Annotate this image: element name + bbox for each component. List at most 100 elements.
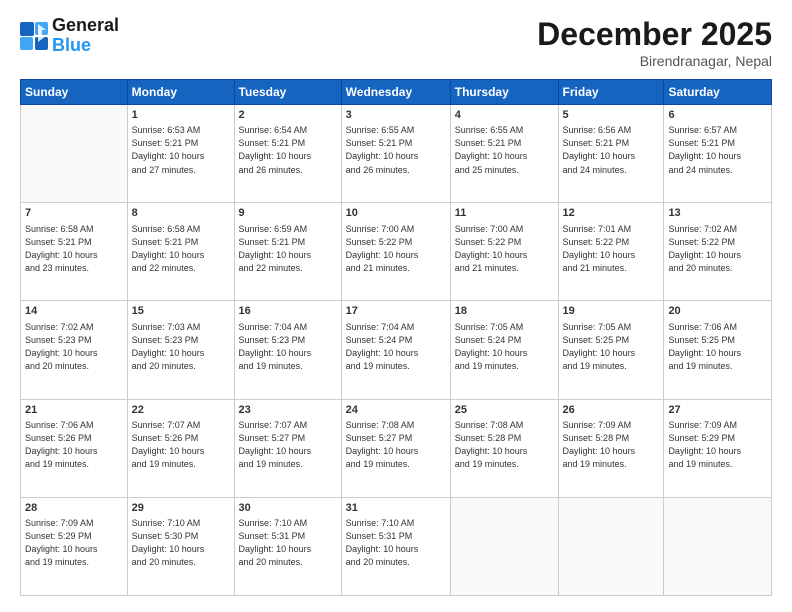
cell-info: Sunrise: 7:08 AM Sunset: 5:28 PM Dayligh…	[455, 419, 554, 471]
cell-day-number: 23	[239, 403, 337, 418]
calendar-cell: 19Sunrise: 7:05 AM Sunset: 5:25 PM Dayli…	[558, 301, 664, 399]
cell-info: Sunrise: 7:10 AM Sunset: 5:30 PM Dayligh…	[132, 517, 230, 569]
main-title: December 2025	[537, 16, 772, 53]
cell-day-number: 22	[132, 403, 230, 418]
calendar-cell: 7 Sunrise: 6:58 AM Sunset: 5:21 PM Daylig…	[21, 203, 128, 301]
calendar-cell: 27Sunrise: 7:09 AM Sunset: 5:29 PM Dayli…	[664, 399, 772, 497]
logo-icon	[20, 22, 48, 50]
cell-info: Sunrise: 6:53 AM Sunset: 5:21 PM Dayligh…	[132, 124, 230, 176]
calendar-cell: 13Sunrise: 7:02 AM Sunset: 5:22 PM Dayli…	[664, 203, 772, 301]
logo-text: General Blue	[52, 16, 119, 56]
calendar-cell: 11 Sunrise: 7:00 AM Sunset: 5:22 PM Dayli…	[450, 203, 558, 301]
cell-info: Sunrise: 7:05 AM Sunset: 5:25 PM Dayligh…	[563, 321, 660, 373]
cell-day-number: 27	[668, 403, 767, 418]
cell-day-number: 12	[563, 206, 660, 221]
cell-day-number: 4	[455, 108, 554, 123]
header-row: SundayMondayTuesdayWednesdayThursdayFrid…	[21, 80, 772, 105]
cell-info: Sunrise: 6:58 AM Sunset: 5:21 PM Dayligh…	[25, 223, 123, 275]
cell-info: Sunrise: 6:55 AM Sunset: 5:21 PM Dayligh…	[346, 124, 446, 176]
cell-day-number: 9	[239, 206, 337, 221]
cell-day-number: 1	[132, 108, 230, 123]
calendar-week-row: 14 Sunrise: 7:02 AM Sunset: 5:23 PM Dayli…	[21, 301, 772, 399]
calendar-cell: 21Sunrise: 7:06 AM Sunset: 5:26 PM Dayli…	[21, 399, 128, 497]
cell-info: Sunrise: 7:06 AM Sunset: 5:25 PM Dayligh…	[668, 321, 767, 373]
cell-day-number: 26	[563, 403, 660, 418]
cell-day-number: 7	[25, 206, 123, 221]
cell-info: Sunrise: 7:09 AM Sunset: 5:28 PM Dayligh…	[563, 419, 660, 471]
cell-day-number: 14	[25, 304, 123, 319]
cell-day-number: 15	[132, 304, 230, 319]
calendar-cell: 9 Sunrise: 6:59 AM Sunset: 5:21 PM Daylig…	[234, 203, 341, 301]
calendar-cell: 23Sunrise: 7:07 AM Sunset: 5:27 PM Dayli…	[234, 399, 341, 497]
cell-day-number: 13	[668, 206, 767, 221]
calendar-cell: 15 Sunrise: 7:03 AM Sunset: 5:23 PM Dayli…	[127, 301, 234, 399]
calendar-cell: 31Sunrise: 7:10 AM Sunset: 5:31 PM Dayli…	[341, 497, 450, 595]
cell-day-number: 6	[668, 108, 767, 123]
header-day: Friday	[558, 80, 664, 105]
calendar-cell: 25Sunrise: 7:08 AM Sunset: 5:28 PM Dayli…	[450, 399, 558, 497]
calendar-cell: 17 Sunrise: 7:04 AM Sunset: 5:24 PM Dayli…	[341, 301, 450, 399]
cell-info: Sunrise: 7:04 AM Sunset: 5:24 PM Dayligh…	[346, 321, 446, 373]
cell-day-number: 30	[239, 501, 337, 516]
calendar-cell: 14 Sunrise: 7:02 AM Sunset: 5:23 PM Dayli…	[21, 301, 128, 399]
cell-info: Sunrise: 6:59 AM Sunset: 5:21 PM Dayligh…	[239, 223, 337, 275]
cell-info: Sunrise: 7:03 AM Sunset: 5:23 PM Dayligh…	[132, 321, 230, 373]
calendar-cell: 26Sunrise: 7:09 AM Sunset: 5:28 PM Dayli…	[558, 399, 664, 497]
calendar-cell	[21, 105, 128, 203]
logo: General Blue	[20, 16, 119, 56]
calendar-cell	[664, 497, 772, 595]
calendar-cell: 6Sunrise: 6:57 AM Sunset: 5:21 PM Daylig…	[664, 105, 772, 203]
cell-info: Sunrise: 7:05 AM Sunset: 5:24 PM Dayligh…	[455, 321, 554, 373]
cell-day-number: 11	[455, 206, 554, 221]
calendar-header: SundayMondayTuesdayWednesdayThursdayFrid…	[21, 80, 772, 105]
calendar-week-row: 1Sunrise: 6:53 AM Sunset: 5:21 PM Daylig…	[21, 105, 772, 203]
cell-info: Sunrise: 7:00 AM Sunset: 5:22 PM Dayligh…	[455, 223, 554, 275]
cell-info: Sunrise: 7:06 AM Sunset: 5:26 PM Dayligh…	[25, 419, 123, 471]
calendar-week-row: 28Sunrise: 7:09 AM Sunset: 5:29 PM Dayli…	[21, 497, 772, 595]
header-day: Wednesday	[341, 80, 450, 105]
cell-info: Sunrise: 7:00 AM Sunset: 5:22 PM Dayligh…	[346, 223, 446, 275]
header-day: Thursday	[450, 80, 558, 105]
calendar: SundayMondayTuesdayWednesdayThursdayFrid…	[20, 79, 772, 596]
cell-info: Sunrise: 6:58 AM Sunset: 5:21 PM Dayligh…	[132, 223, 230, 275]
cell-info: Sunrise: 6:57 AM Sunset: 5:21 PM Dayligh…	[668, 124, 767, 176]
cell-day-number: 5	[563, 108, 660, 123]
calendar-cell: 3Sunrise: 6:55 AM Sunset: 5:21 PM Daylig…	[341, 105, 450, 203]
logo-line1: General	[52, 16, 119, 36]
page: General Blue December 2025 Birendranagar…	[0, 0, 792, 612]
cell-day-number: 21	[25, 403, 123, 418]
cell-info: Sunrise: 7:07 AM Sunset: 5:27 PM Dayligh…	[239, 419, 337, 471]
title-block: December 2025 Birendranagar, Nepal	[537, 16, 772, 69]
cell-day-number: 10	[346, 206, 446, 221]
cell-info: Sunrise: 6:55 AM Sunset: 5:21 PM Dayligh…	[455, 124, 554, 176]
calendar-cell: 2Sunrise: 6:54 AM Sunset: 5:21 PM Daylig…	[234, 105, 341, 203]
calendar-cell: 28Sunrise: 7:09 AM Sunset: 5:29 PM Dayli…	[21, 497, 128, 595]
calendar-cell: 30Sunrise: 7:10 AM Sunset: 5:31 PM Dayli…	[234, 497, 341, 595]
cell-day-number: 31	[346, 501, 446, 516]
cell-info: Sunrise: 7:07 AM Sunset: 5:26 PM Dayligh…	[132, 419, 230, 471]
cell-info: Sunrise: 7:02 AM Sunset: 5:23 PM Dayligh…	[25, 321, 123, 373]
header-day: Saturday	[664, 80, 772, 105]
cell-info: Sunrise: 6:54 AM Sunset: 5:21 PM Dayligh…	[239, 124, 337, 176]
cell-day-number: 20	[668, 304, 767, 319]
calendar-cell: 16 Sunrise: 7:04 AM Sunset: 5:23 PM Dayli…	[234, 301, 341, 399]
logo-line2: Blue	[52, 36, 119, 56]
cell-info: Sunrise: 7:10 AM Sunset: 5:31 PM Dayligh…	[346, 517, 446, 569]
cell-info: Sunrise: 7:09 AM Sunset: 5:29 PM Dayligh…	[25, 517, 123, 569]
cell-day-number: 25	[455, 403, 554, 418]
calendar-cell	[558, 497, 664, 595]
cell-day-number: 3	[346, 108, 446, 123]
calendar-cell: 18Sunrise: 7:05 AM Sunset: 5:24 PM Dayli…	[450, 301, 558, 399]
cell-day-number: 29	[132, 501, 230, 516]
calendar-cell: 12 Sunrise: 7:01 AM Sunset: 5:22 PM Dayli…	[558, 203, 664, 301]
cell-info: Sunrise: 7:04 AM Sunset: 5:23 PM Dayligh…	[239, 321, 337, 373]
header-day: Tuesday	[234, 80, 341, 105]
header-day: Sunday	[21, 80, 128, 105]
calendar-cell: 22Sunrise: 7:07 AM Sunset: 5:26 PM Dayli…	[127, 399, 234, 497]
calendar-cell: 20 Sunrise: 7:06 AM Sunset: 5:25 PM Dayli…	[664, 301, 772, 399]
calendar-cell: 8Sunrise: 6:58 AM Sunset: 5:21 PM Daylig…	[127, 203, 234, 301]
cell-day-number: 17	[346, 304, 446, 319]
cell-day-number: 16	[239, 304, 337, 319]
cell-day-number: 24	[346, 403, 446, 418]
cell-info: Sunrise: 7:01 AM Sunset: 5:22 PM Dayligh…	[563, 223, 660, 275]
